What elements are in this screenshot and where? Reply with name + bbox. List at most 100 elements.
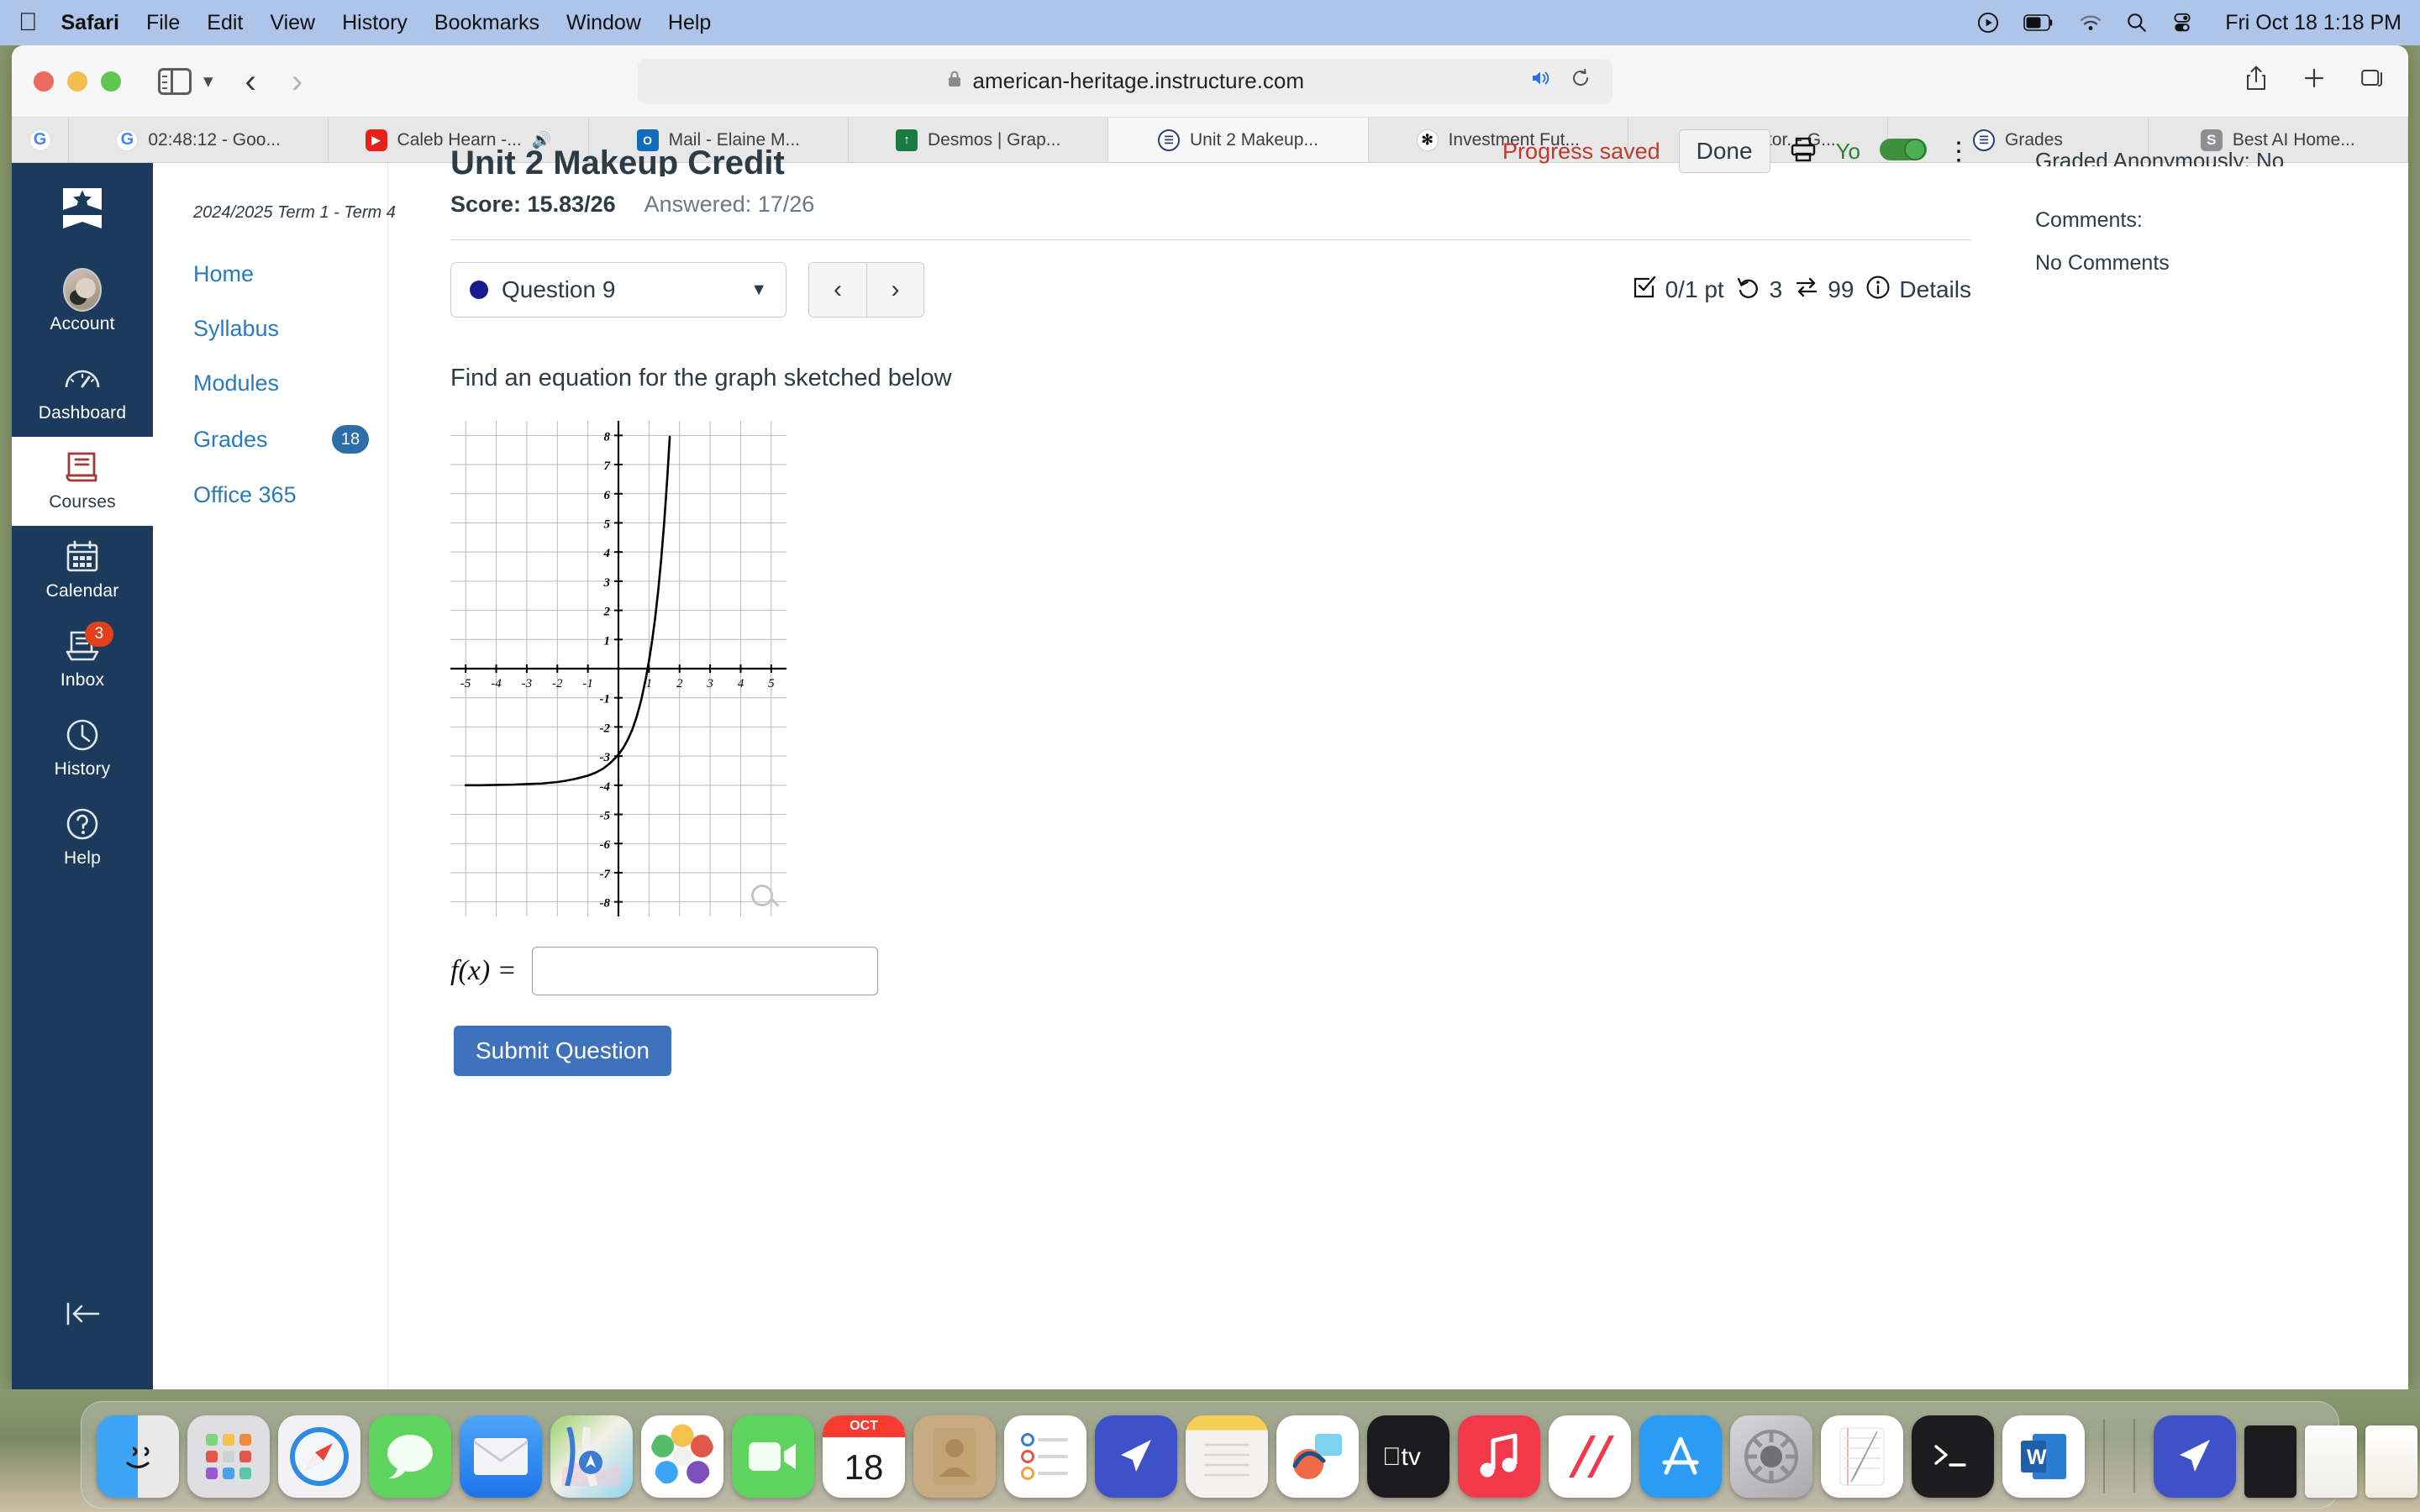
menu-item-view[interactable]: View [270, 11, 315, 35]
prev-question-button[interactable]: ‹ [809, 263, 866, 317]
magnifier-icon[interactable] [751, 885, 773, 906]
menu-item-file[interactable]: File [146, 11, 180, 35]
global-nav-item-inbox[interactable]: 3 Inbox [12, 615, 153, 704]
question-details-link[interactable]: Details [1865, 275, 1971, 306]
quiz-answered: Answered: 17/26 [644, 192, 815, 217]
dock-item-photos[interactable] [641, 1415, 723, 1498]
dock-item-messages[interactable] [369, 1415, 451, 1498]
plus-icon[interactable] [2302, 66, 2326, 97]
tab-audio-icon[interactable] [1530, 69, 1552, 93]
course-nav-item-office-365[interactable]: Office 365 [193, 472, 387, 518]
more-vertical-icon[interactable]: ⋮ [1946, 137, 1971, 166]
dock-item-freeform[interactable] [1095, 1415, 1177, 1498]
dock-item-contacts[interactable] [913, 1415, 996, 1498]
course-nav-item-syllabus[interactable]: Syllabus [193, 306, 387, 352]
clock-icon [63, 716, 102, 754]
canvas-favicon-icon: ☰ [1973, 129, 1996, 151]
menu-item-bookmarks[interactable]: Bookmarks [434, 11, 539, 35]
dock-minimized-window[interactable] [2305, 1425, 2357, 1498]
chevron-down-icon[interactable]: ▾ [203, 70, 213, 92]
dock-item-news[interactable] [1549, 1415, 1631, 1498]
dock-item-textedit[interactable] [1821, 1415, 1903, 1498]
back-button[interactable]: ‹ [245, 65, 256, 98]
svg-text:-3: -3 [522, 677, 533, 690]
dock-minimized-freeform-window[interactable] [2154, 1415, 2236, 1498]
canvas-global-nav: Account Dashboard Courses Calendar 3 Inbox His… [12, 163, 153, 1389]
dock-item-mail[interactable] [460, 1415, 542, 1498]
maximize-window-button[interactable] [101, 71, 121, 92]
sidebar-icon[interactable] [158, 67, 192, 95]
control-center-icon[interactable] [2171, 12, 2193, 34]
tabs-overview-icon[interactable] [2361, 67, 2386, 96]
question-points: 0/1 pt [1632, 275, 1724, 306]
minimize-window-button[interactable] [67, 71, 87, 92]
menu-item-edit[interactable]: Edit [207, 11, 243, 35]
dock-item-music[interactable] [1458, 1415, 1540, 1498]
menubar-clock[interactable]: Fri Oct 18 1:18 PM [2225, 11, 2402, 35]
apple-logo-icon[interactable]:  [18, 10, 38, 35]
global-nav-item-history[interactable]: History [12, 704, 153, 793]
course-nav-item-home[interactable]: Home [193, 251, 387, 297]
dock-item-tv[interactable]: tv [1367, 1415, 1449, 1498]
answer-input[interactable] [531, 947, 878, 995]
menu-item-window[interactable]: Window [566, 11, 641, 35]
dock-minimized-window[interactable] [2365, 1425, 2417, 1498]
svg-text:tv: tv [1382, 1443, 1421, 1471]
course-nav-item-modules[interactable]: Modules [193, 360, 387, 407]
dock-minimized-window[interactable] [2244, 1425, 2296, 1498]
caret-down-icon: ▼ [750, 280, 767, 299]
undo-icon [1736, 275, 1761, 306]
forward-button[interactable]: › [292, 65, 302, 98]
dock-item-terminal[interactable] [1912, 1415, 1994, 1498]
share-icon[interactable] [2245, 66, 2267, 97]
browser-tab-title: Grades [2005, 129, 2063, 150]
quiz-header-actions: Progress saved Done Yo ⋮ [1502, 129, 1971, 173]
submit-question-button[interactable]: Submit Question [454, 1026, 671, 1076]
global-nav-item-account[interactable]: Account [12, 259, 153, 348]
global-nav-item-dashboard[interactable]: Dashboard [12, 348, 153, 437]
dock-item-launchpad[interactable] [187, 1415, 270, 1498]
browser-tab[interactable]: G 02:48:12 - Goo... [69, 118, 329, 162]
done-button[interactable]: Done [1678, 129, 1770, 173]
search-icon[interactable] [2126, 12, 2148, 34]
dock-item-safari[interactable] [278, 1415, 360, 1498]
dock-item-keynote[interactable] [1276, 1415, 1359, 1498]
question-nav-row: Question 9 ▼ ‹ › 0/1 pt 3 99 Details [450, 262, 1971, 318]
collapse-arrow-icon[interactable] [63, 1299, 102, 1336]
dock-item-word[interactable]: W [2002, 1415, 2085, 1498]
browser-tab[interactable]: G [12, 118, 69, 162]
reload-icon[interactable] [1570, 68, 1591, 94]
svg-text:8: 8 [604, 430, 611, 444]
dock-item-notes[interactable] [1186, 1415, 1268, 1498]
global-nav-item-courses[interactable]: Courses [12, 437, 153, 526]
dock-item-reminders[interactable] [1004, 1415, 1086, 1498]
close-window-button[interactable] [34, 71, 54, 92]
wifi-icon[interactable] [2079, 13, 2102, 32]
svg-text:-7: -7 [600, 868, 611, 881]
info-circle-icon [1865, 275, 1891, 306]
print-icon[interactable] [1789, 135, 1818, 168]
menu-item-safari[interactable]: Safari [61, 11, 119, 35]
address-bar[interactable]: american-heritage.instructure.com [637, 58, 1612, 104]
question-select[interactable]: Question 9 ▼ [450, 262, 786, 318]
now-playing-icon[interactable] [1976, 11, 2000, 34]
school-logo-icon[interactable] [51, 181, 113, 244]
dock-item-finder[interactable] [97, 1415, 179, 1498]
dock-item-facetime[interactable] [732, 1415, 814, 1498]
dock-item-maps[interactable] [550, 1415, 633, 1498]
svg-text:2: 2 [676, 677, 683, 690]
menu-item-help[interactable]: Help [668, 11, 711, 35]
global-nav-item-calendar[interactable]: Calendar [12, 526, 153, 615]
green-toggle-icon[interactable] [1879, 136, 1928, 167]
next-question-button[interactable]: › [866, 263, 923, 317]
menu-item-history[interactable]: History [342, 11, 408, 35]
dock-item-settings[interactable] [1730, 1415, 1812, 1498]
battery-icon[interactable] [2023, 13, 2055, 32]
mac-dock: OCT 18 tv W [81, 1401, 2417, 1509]
svg-text:5: 5 [768, 677, 775, 690]
dock-item-appstore[interactable] [1639, 1415, 1722, 1498]
question-status-dot [470, 281, 488, 299]
dock-item-calendar[interactable]: OCT 18 [823, 1415, 905, 1498]
global-nav-item-help[interactable]: Help [12, 793, 153, 882]
course-nav-item-grades[interactable]: Grades 18 [193, 415, 387, 464]
